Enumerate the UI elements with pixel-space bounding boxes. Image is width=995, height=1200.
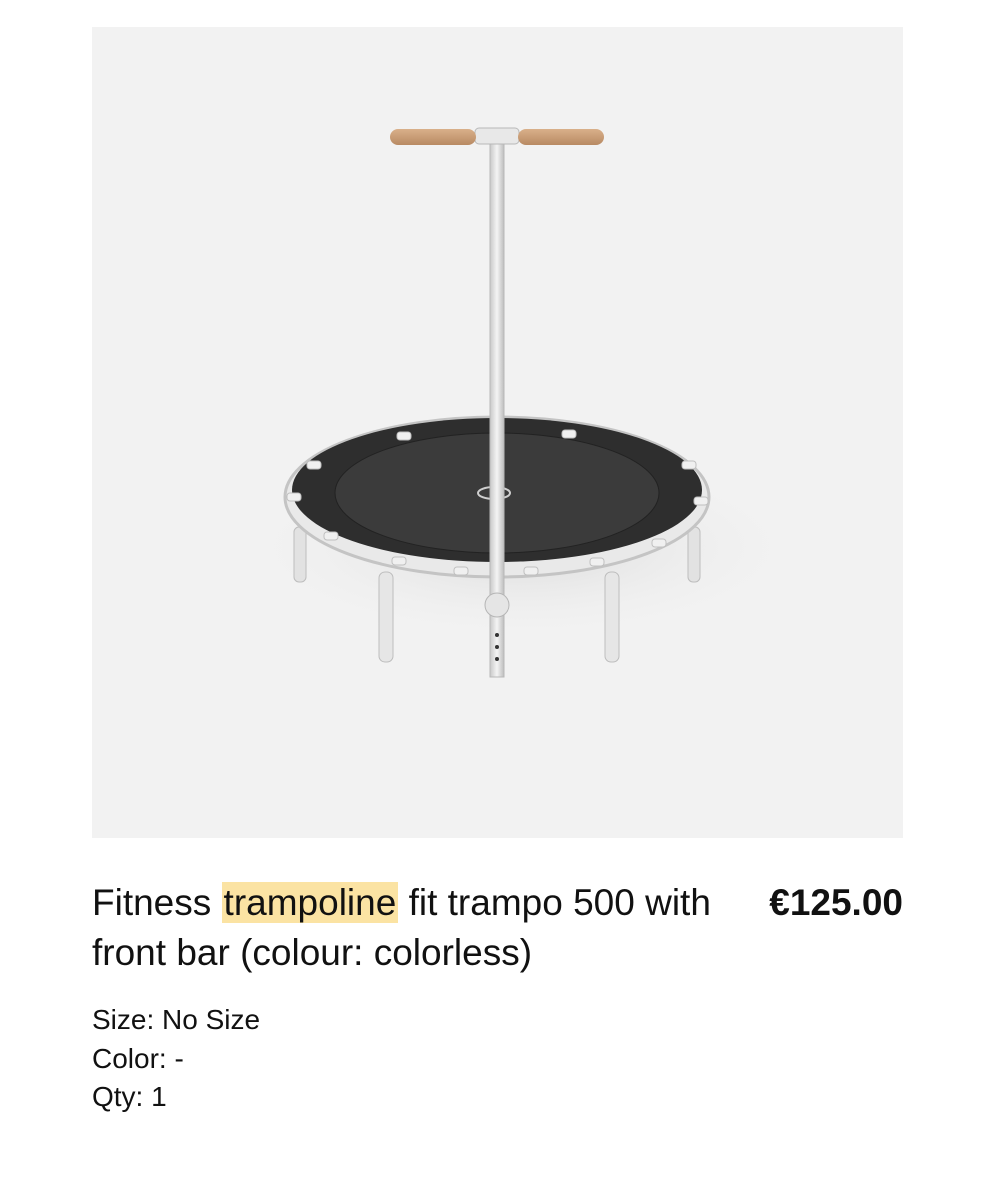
- product-image[interactable]: [92, 27, 903, 838]
- product-title[interactable]: Fitness trampoline fit trampo 500 with f…: [92, 878, 732, 978]
- quantity-attribute: Qty: 1: [92, 1081, 167, 1112]
- trampoline-illustration: [232, 127, 812, 678]
- size-attribute: Size: No Size: [92, 1004, 261, 1035]
- product-price: €125.00: [769, 882, 903, 923]
- search-term-highlight: trampoline: [221, 882, 399, 923]
- title-price-row: Fitness trampoline fit trampo 500 with f…: [92, 878, 903, 988]
- order-item-card: Fitness trampoline fit trampo 500 with f…: [0, 0, 995, 1200]
- color-attribute: Color: -: [92, 1042, 184, 1074]
- product-attributes: Size: No Size Color: - Qty: 1: [92, 1001, 692, 1117]
- product-title-prefix: Fitness: [92, 882, 222, 923]
